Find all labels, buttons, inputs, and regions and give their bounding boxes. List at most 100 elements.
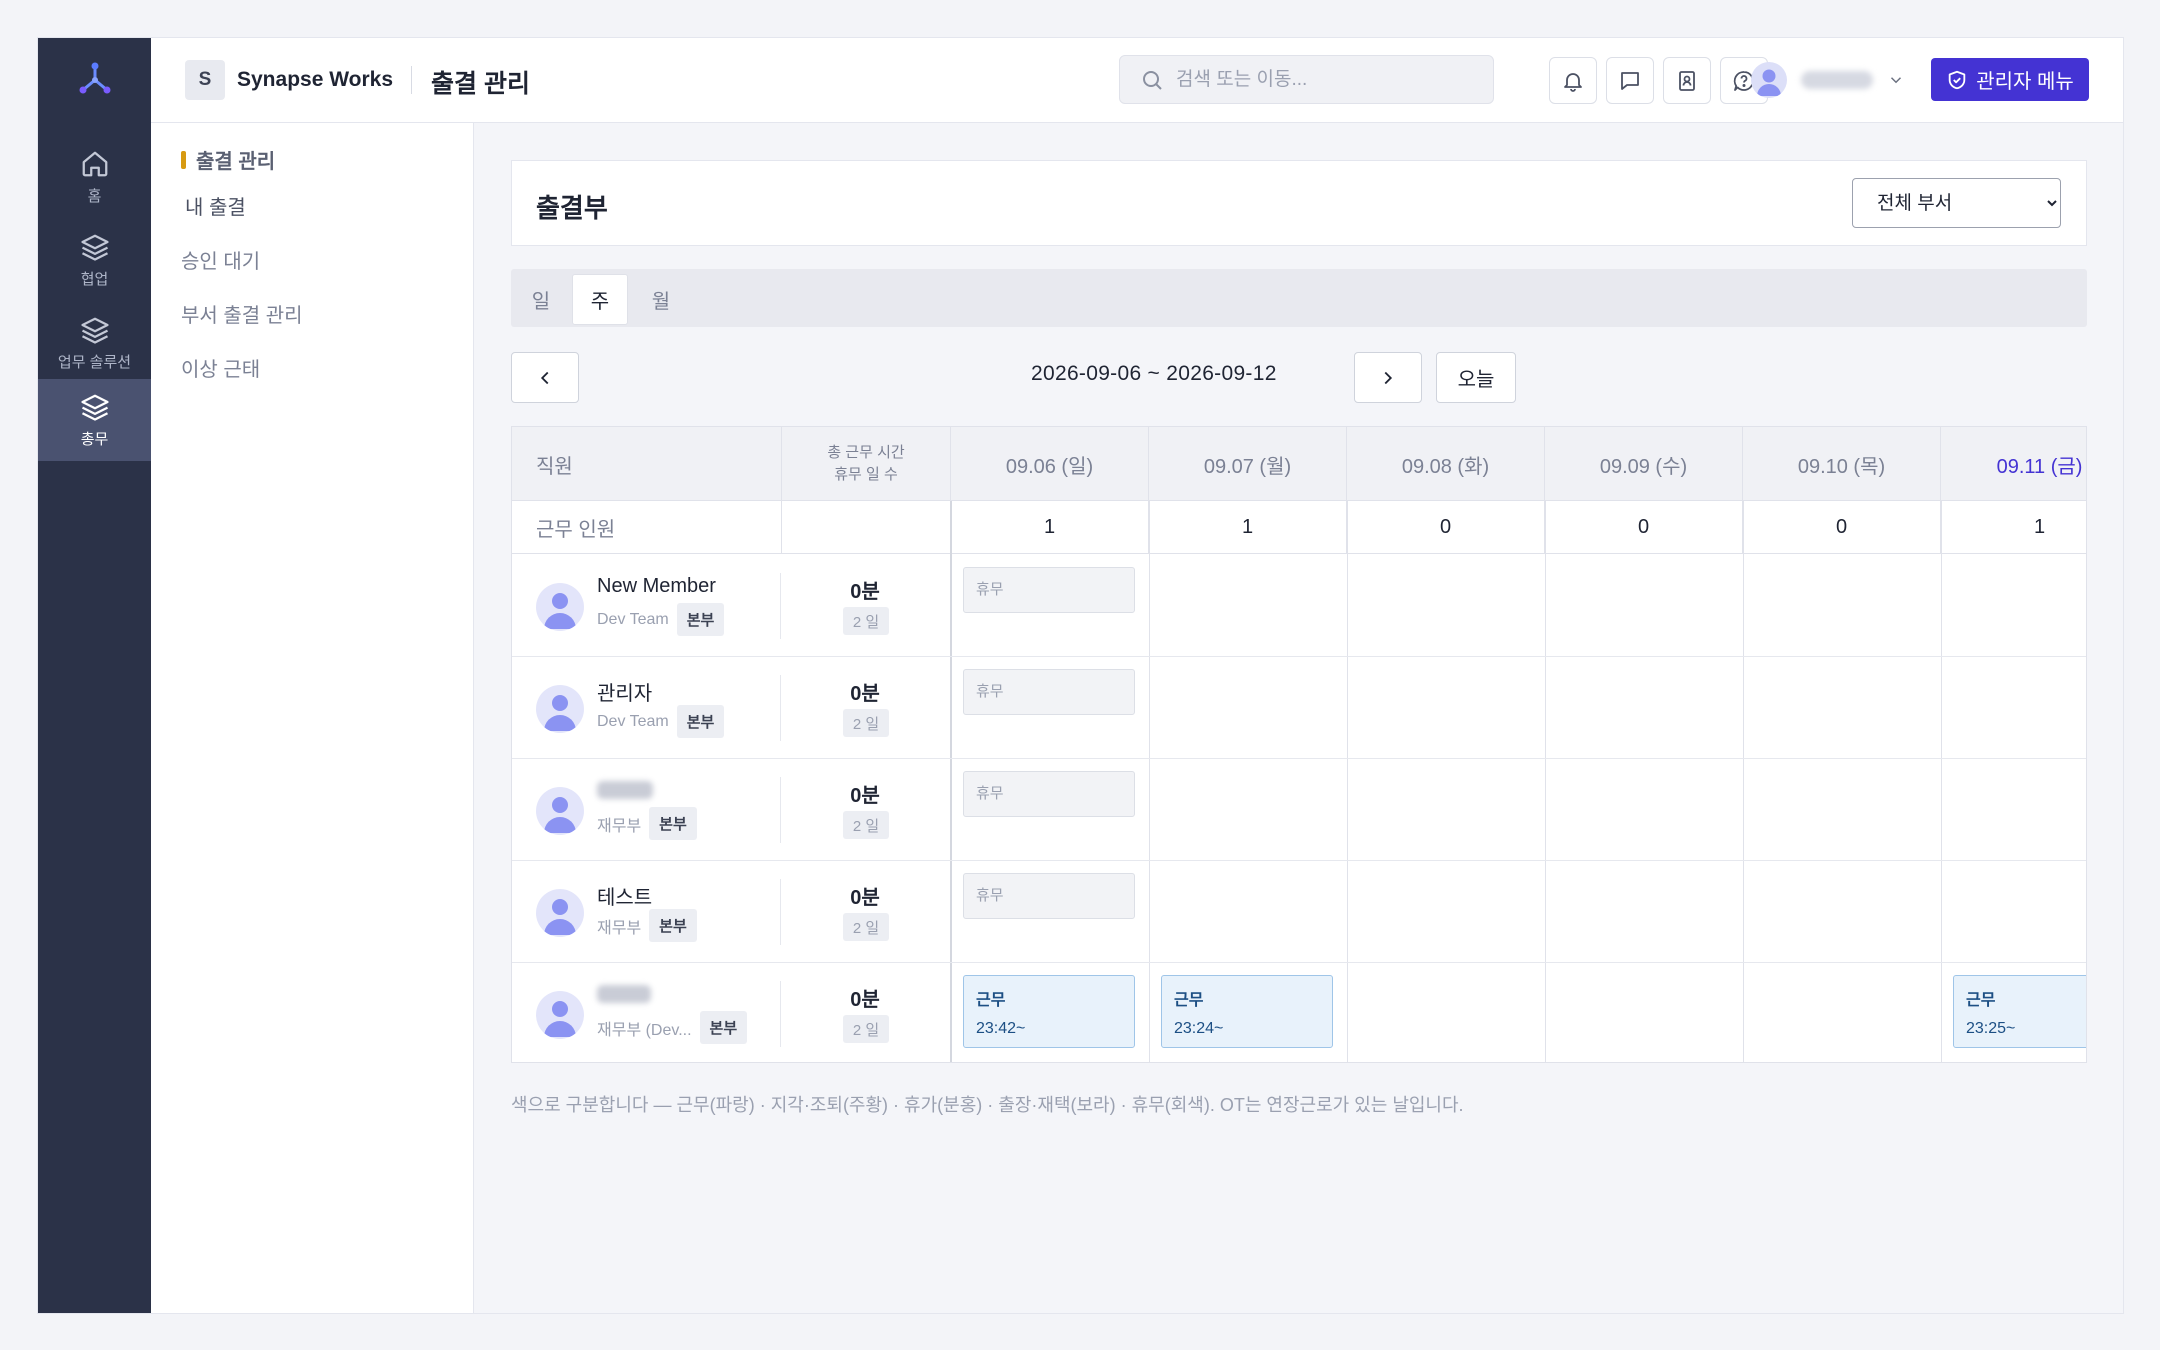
header-employee: 직원: [512, 427, 782, 501]
total-work-time: 0분: [850, 581, 880, 603]
top-bar: S Synapse Works 출결 관리 관리자: [151, 38, 2123, 123]
work-chip-label: 근무: [1174, 992, 1204, 1009]
contacts-icon: [1679, 70, 1695, 91]
rail-item-label: 협업: [80, 270, 109, 288]
subnav-item-irregular[interactable]: 이상 근태: [181, 353, 260, 382]
active-marker: [181, 150, 186, 169]
rest-chip[interactable]: 휴무: [963, 873, 1135, 919]
user-menu[interactable]: [1751, 55, 1905, 105]
admin-menu-label: 관리자 메뉴: [1976, 71, 2074, 93]
employee-name-redacted: [597, 781, 653, 799]
avatar: [536, 889, 584, 937]
avatar: [1751, 62, 1787, 98]
date-range: 2026-09-06 ~ 2026-09-12: [1031, 362, 1277, 385]
headcount-empty: [782, 501, 951, 554]
employee-dept: 재무부: [597, 817, 642, 835]
days-off-badge: 2 일: [843, 709, 889, 737]
headcount-value: 0: [1743, 501, 1941, 554]
subnav-heading: 출결 관리: [181, 145, 275, 174]
attendance-grid: 직원 총 근무 시간 휴무 일 수 09.06 (일) 09.07 (월) 09…: [511, 426, 2087, 1063]
work-chip-time: 23:25~: [1966, 1020, 2016, 1037]
org-badge: 본부: [699, 1011, 748, 1044]
shield-check-icon: [1948, 70, 1966, 89]
employee-dept: 재무부: [597, 919, 642, 937]
employee-meta: Dev Team 본부: [597, 603, 725, 636]
rest-chip[interactable]: 휴무: [963, 567, 1135, 613]
table-row[interactable]: New Member Dev Team 본부 0분 2 일 휴무: [512, 555, 2086, 657]
search-input[interactable]: [1176, 68, 1476, 91]
employee-meta: Dev Team 본부: [597, 705, 725, 738]
messages-button[interactable]: [1606, 57, 1654, 104]
app-window: 홈 협업 업무 솔루션 총무 S Synapse Works 출결 관리 검색 …: [37, 37, 2124, 1314]
header-total: 총 근무 시간 휴무 일 수: [782, 427, 951, 501]
table-row[interactable]: 재무부 (Dev... 본부 0분 2 일 근무 23:42~ 근무 23:24…: [512, 963, 2086, 1062]
work-chip-time: 23:24~: [1174, 1020, 1224, 1037]
rail-item-work-solution[interactable]: 업무 솔루션: [38, 302, 151, 384]
user-avatar-icon: [544, 1001, 576, 1037]
contacts-button[interactable]: [1663, 57, 1711, 104]
grid-header: 직원 총 근무 시간 휴무 일 수 09.06 (일) 09.07 (월) 09…: [512, 427, 2086, 501]
notifications-button[interactable]: [1549, 57, 1597, 104]
total-work-time: 0분: [850, 989, 880, 1011]
department-select[interactable]: 전체 부서: [1852, 178, 2061, 228]
headcount-label: 근무 인원: [512, 501, 782, 554]
work-chip-label: 근무: [976, 992, 1006, 1009]
org-badge: 본부: [676, 603, 725, 636]
today-button[interactable]: 오늘: [1436, 352, 1516, 403]
rail-item-label: 홈: [87, 187, 102, 205]
brand-name[interactable]: Synapse Works: [237, 68, 393, 92]
table-row[interactable]: 재무부 본부 0분 2 일 휴무: [512, 759, 2086, 861]
rest-chip[interactable]: 휴무: [963, 669, 1135, 715]
rail-item-label: 총무: [80, 430, 109, 448]
tab-month[interactable]: 월: [633, 274, 689, 325]
rest-chip[interactable]: 휴무: [963, 771, 1135, 817]
work-chip[interactable]: 근무 23:24~: [1161, 975, 1333, 1048]
next-week-button[interactable]: [1354, 352, 1422, 403]
avatar: [536, 991, 584, 1039]
table-row[interactable]: 관리자 Dev Team 본부 0분 2 일 휴무: [512, 657, 2086, 759]
user-avatar-icon: [544, 593, 576, 629]
total-work-time: 0분: [850, 683, 880, 705]
bell-icon: [1564, 72, 1582, 92]
table-row[interactable]: 테스트 재무부 본부 0분 2 일 휴무: [512, 861, 2086, 963]
user-name-redacted: [1801, 71, 1873, 89]
search-box[interactable]: [1119, 55, 1494, 104]
tab-day[interactable]: 일: [513, 274, 569, 325]
work-chip-time: 23:42~: [976, 1020, 1026, 1037]
work-chip[interactable]: 근무 23:42~: [963, 975, 1135, 1048]
subnav-item-my-attendance[interactable]: 내 출결: [185, 191, 246, 220]
brand-badge[interactable]: S: [185, 60, 225, 100]
layers-icon: [80, 317, 109, 344]
chevron-down-icon: [1890, 77, 1902, 84]
view-tabs: 일 주 월: [511, 269, 2087, 327]
user-avatar-icon: [544, 695, 576, 731]
header-total-hours: 총 근무 시간: [827, 444, 905, 461]
rail-item-collab[interactable]: 협업: [38, 219, 151, 301]
subnav-item-dept-attendance[interactable]: 부서 출결 관리: [181, 299, 303, 328]
prev-week-button[interactable]: [511, 352, 579, 403]
card-title: 출결부: [536, 193, 608, 223]
header-day: 09.09 (수): [1545, 427, 1743, 501]
employee-name: 관리자: [597, 683, 653, 705]
employee-name: 테스트: [597, 887, 653, 909]
admin-menu-button[interactable]: 관리자 메뉴: [1931, 58, 2089, 101]
tab-week[interactable]: 주: [572, 274, 628, 325]
header-day: 09.06 (일): [951, 427, 1149, 501]
app-logo-icon[interactable]: [75, 60, 115, 100]
rail-item-general-affairs[interactable]: 총무: [38, 379, 151, 461]
employee-dept: 재무부 (Dev...: [597, 1021, 692, 1039]
search-icon: [1143, 70, 1162, 90]
avatar: [536, 685, 584, 733]
user-avatar-icon: [544, 899, 576, 935]
main-content: 출결부 전체 부서 일 주 월 2026-09-06 ~ 2026-09-12 …: [474, 123, 2123, 1313]
employee-name-redacted: [597, 985, 651, 1003]
avatar: [536, 583, 584, 631]
work-chip-label: 근무: [1966, 992, 1996, 1009]
subnav-heading-label: 출결 관리: [196, 151, 276, 173]
headcount-value: 1: [951, 501, 1149, 554]
subnav-item-pending-approval[interactable]: 승인 대기: [181, 245, 260, 274]
employee-meta: 재무부 본부: [597, 909, 697, 942]
rail-item-home[interactable]: 홈: [38, 136, 151, 218]
divider: [411, 66, 412, 94]
work-chip[interactable]: 근무 23:25~: [1953, 975, 2086, 1048]
